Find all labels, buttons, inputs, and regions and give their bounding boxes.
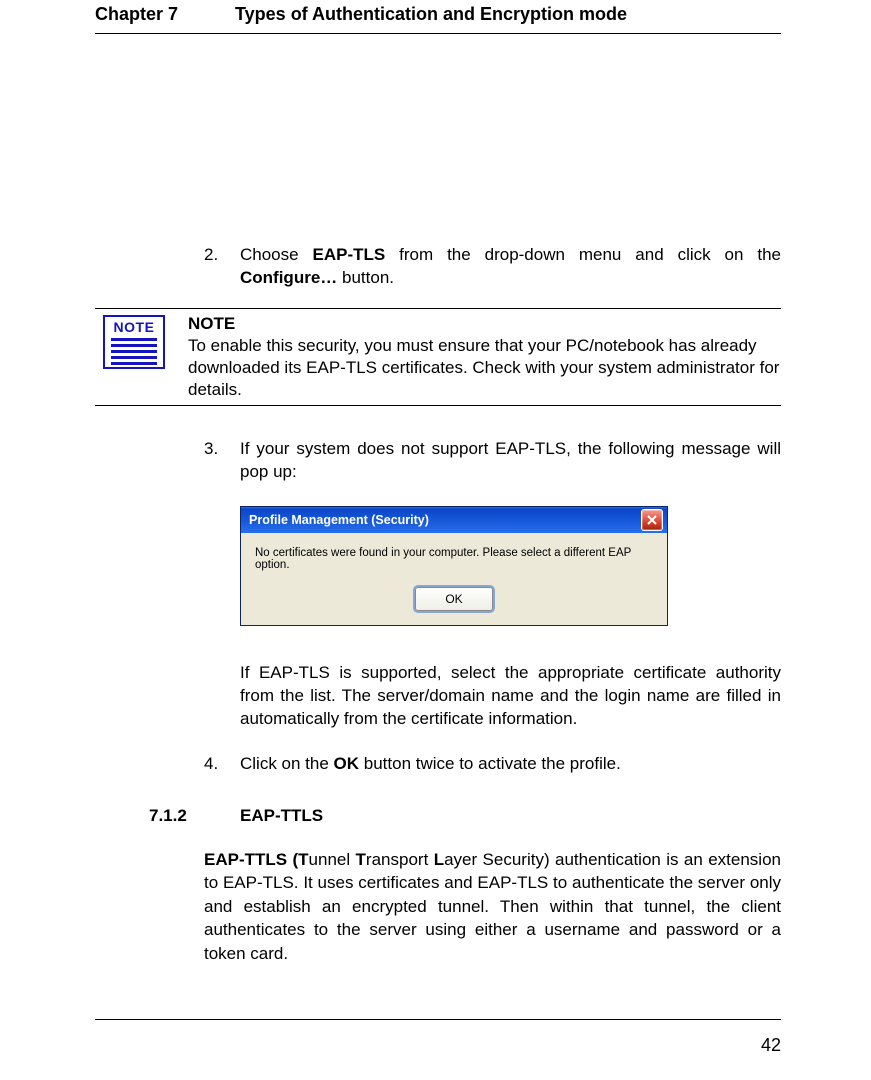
- note-icon: NOTE: [103, 315, 165, 369]
- dialog-message: No certificates were found in your compu…: [255, 547, 653, 571]
- step-3-text: If your system does not support EAP-TLS,…: [240, 438, 781, 484]
- dialog-body: No certificates were found in your compu…: [241, 533, 667, 625]
- step-3-number: 3.: [204, 438, 240, 484]
- note-text: NOTE To enable this security, you must e…: [188, 313, 781, 401]
- page-number: 42: [761, 1035, 781, 1056]
- note-icon-col: NOTE: [95, 313, 188, 401]
- section-7-1-2-heading: 7.1.2 EAP-TTLS: [149, 806, 781, 826]
- dialog-titlebar: Profile Management (Security): [241, 507, 667, 533]
- step-2: 2. Choose EAP-TLS from the drop-down men…: [204, 244, 781, 290]
- error-dialog: Profile Management (Security) No certifi…: [240, 506, 668, 626]
- chapter-label: Chapter 7: [95, 4, 235, 25]
- footer-rule: [95, 1019, 781, 1020]
- chapter-title: Types of Authentication and Encryption m…: [235, 4, 627, 25]
- dialog-title: Profile Management (Security): [249, 513, 429, 527]
- step-4-text: Click on the OK button twice to activate…: [240, 753, 781, 776]
- ok-button[interactable]: OK: [415, 587, 493, 611]
- note-heading: NOTE: [188, 313, 781, 335]
- step-2-text: Choose EAP-TLS from the drop-down menu a…: [240, 244, 781, 290]
- section-number: 7.1.2: [149, 806, 240, 826]
- eap-tls-supported-paragraph: If EAP-TLS is supported, select the appr…: [240, 662, 781, 731]
- section-title: EAP-TTLS: [240, 806, 323, 826]
- close-icon[interactable]: [641, 509, 663, 531]
- page-header: Chapter 7 Types of Authentication and En…: [95, 0, 781, 34]
- note-body: To enable this security, you must ensure…: [188, 335, 781, 401]
- section-7-1-2-paragraph: EAP-TTLS (Tunnel Transport Layer Securit…: [204, 848, 781, 965]
- step-3: 3. If your system does not support EAP-T…: [204, 438, 781, 484]
- note-icon-label: NOTE: [114, 319, 155, 335]
- step-4-number: 4.: [204, 753, 240, 776]
- step-2-number: 2.: [204, 244, 240, 290]
- step-4: 4. Click on the OK button twice to activ…: [204, 753, 781, 776]
- note-block: NOTE NOTE To enable this security, you m…: [95, 308, 781, 406]
